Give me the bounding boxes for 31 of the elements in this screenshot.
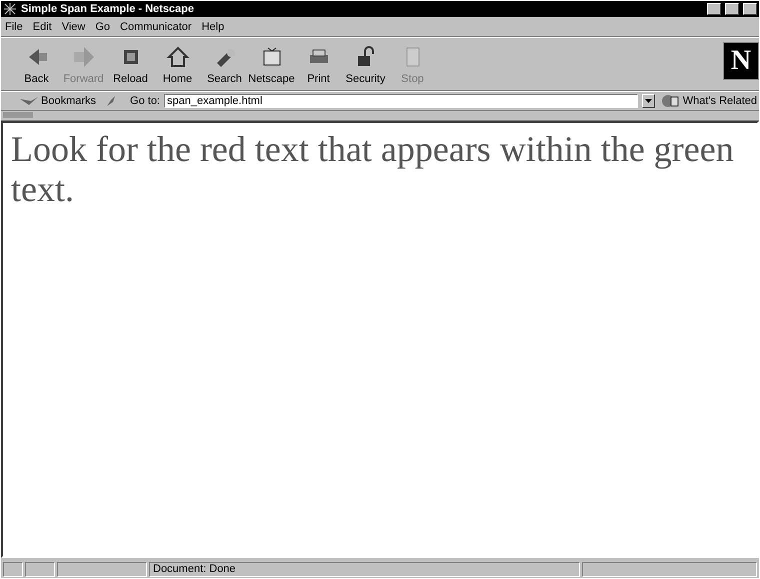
- toolbar-button[interactable]: Back: [13, 41, 60, 90]
- close-button[interactable]: [743, 3, 757, 15]
- minimize-button[interactable]: [707, 3, 721, 15]
- menu-item[interactable]: View: [62, 20, 86, 32]
- caret-icon: [644, 99, 652, 103]
- toolbar-button[interactable]: Search: [201, 41, 248, 90]
- component-bar[interactable]: [582, 562, 757, 576]
- browser-logo: N: [723, 42, 759, 80]
- menu-item[interactable]: Help: [202, 20, 224, 32]
- toolbar-button[interactable]: Print: [295, 41, 342, 90]
- window-title: Simple Span Example - Netscape: [21, 3, 194, 15]
- menu-item[interactable]: File: [5, 20, 23, 32]
- toolbar-button[interactable]: Reload: [107, 41, 154, 90]
- goto-label: Go to:: [130, 95, 160, 107]
- whats-related-button[interactable]: What's Related: [658, 94, 759, 108]
- menu-item[interactable]: Communicator: [120, 20, 192, 32]
- menu-item[interactable]: Go: [95, 20, 110, 32]
- globe-page-icon: [660, 94, 681, 108]
- forward-arrow-icon: [72, 45, 96, 69]
- dropdown-button[interactable]: [642, 94, 655, 108]
- toolbar-button[interactable]: Security: [342, 41, 389, 90]
- page-text: Look for the red text that appears within the green text.: [11, 129, 735, 209]
- window-logo-icon: [3, 2, 17, 16]
- menu-item[interactable]: Edit: [32, 20, 52, 32]
- bookmarks-button[interactable]: Bookmarks: [15, 95, 100, 107]
- toolbar-button[interactable]: Home: [154, 41, 201, 90]
- toolbar-button[interactable]: Netscape: [248, 41, 295, 90]
- maximize-button[interactable]: [725, 3, 739, 15]
- house-icon: [166, 45, 190, 69]
- status-message: Document: Done: [149, 562, 580, 576]
- location-field[interactable]: span_example.html: [164, 94, 638, 108]
